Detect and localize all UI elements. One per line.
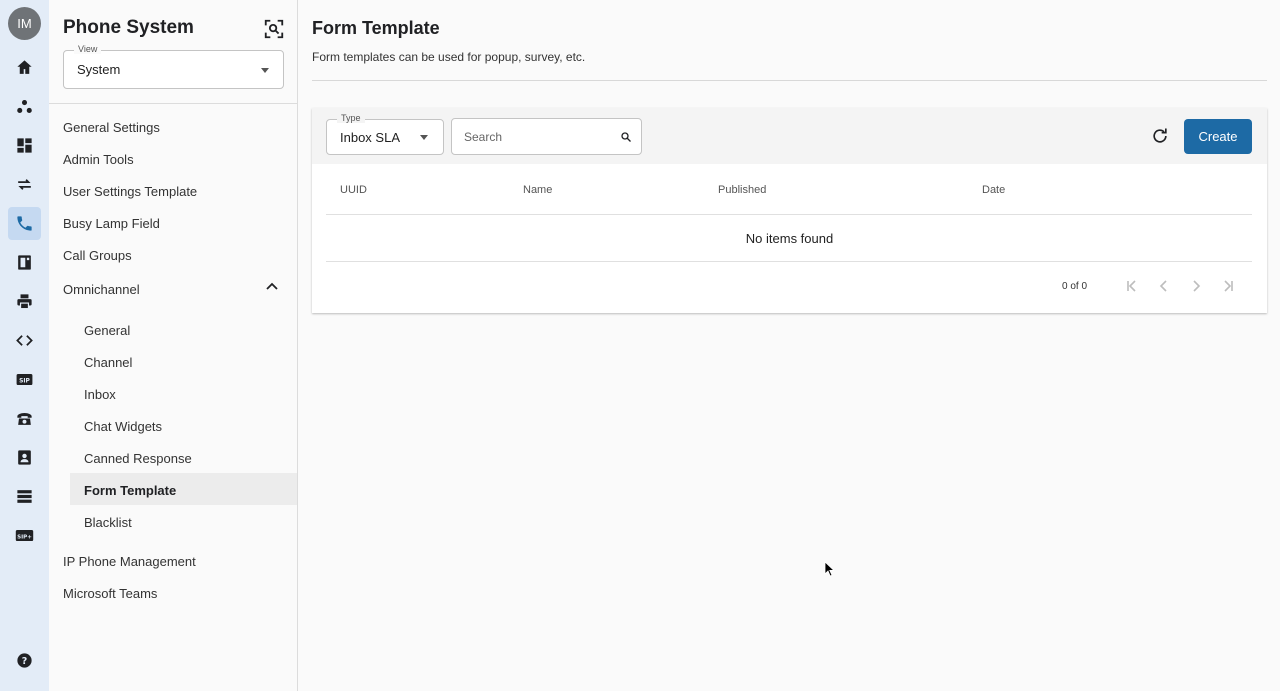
transfer-icon[interactable]	[8, 168, 41, 201]
first-page-icon[interactable]	[1125, 279, 1139, 293]
sidebar-subitem-canned-response[interactable]: Canned Response	[84, 451, 192, 466]
search-box[interactable]	[451, 118, 642, 155]
search-input[interactable]	[464, 128, 614, 146]
sidebar-subitem-blacklist[interactable]: Blacklist	[84, 515, 132, 530]
mouse-cursor-icon	[824, 561, 834, 577]
page-title: Form Template	[312, 18, 440, 38]
sidebar: Phone System View System General Setting…	[49, 0, 298, 691]
table-footer-divider	[326, 261, 1252, 262]
sidebar-subitem-chat-widgets[interactable]: Chat Widgets	[84, 419, 162, 434]
printer-icon[interactable]	[8, 285, 41, 318]
sidebar-item-microsoft-teams[interactable]: Microsoft Teams	[63, 586, 157, 601]
column-header-name[interactable]: Name	[523, 184, 552, 196]
search-icon[interactable]	[620, 131, 632, 143]
caret-down-icon	[261, 68, 269, 73]
pagination-range: 0 of 0	[1062, 281, 1088, 292]
sidebar-subitem-general[interactable]: General	[84, 323, 130, 338]
icon-rail: IM SIP SIP+ ?	[0, 0, 49, 691]
sidebar-item-ip-phone-management[interactable]: IP Phone Management	[63, 554, 196, 569]
svg-text:SIP: SIP	[19, 377, 30, 384]
sidebar-item-busy-lamp-field[interactable]: Busy Lamp Field	[63, 216, 160, 231]
svg-text:SIP+: SIP+	[17, 534, 32, 540]
list-icon[interactable]	[8, 480, 41, 513]
help-icon[interactable]: ?	[8, 644, 41, 677]
caret-down-icon	[420, 135, 428, 140]
hierarchy-icon[interactable]	[8, 90, 41, 123]
sidebar-item-general-settings[interactable]: General Settings	[63, 120, 160, 135]
view-select[interactable]: View System	[63, 44, 284, 89]
table-toolbar: Type Inbox SLA Create	[312, 108, 1267, 164]
sidebar-subitem-form-template[interactable]: Form Template	[84, 483, 176, 498]
rotary-phone-icon[interactable]	[8, 402, 41, 435]
phone-icon[interactable]	[8, 207, 41, 240]
type-value: Inbox SLA	[340, 130, 400, 145]
empty-state-message: No items found	[745, 231, 834, 246]
sip-icon[interactable]: SIP	[8, 363, 41, 396]
home-icon[interactable]	[8, 51, 41, 84]
type-label: Type	[337, 113, 365, 123]
column-header-date[interactable]: Date	[982, 184, 1005, 196]
view-label: View	[74, 44, 102, 54]
sidebar-item-admin-tools[interactable]: Admin Tools	[63, 152, 134, 167]
contacts-icon[interactable]	[8, 441, 41, 474]
table-header-divider	[326, 214, 1252, 215]
sip-plus-icon[interactable]: SIP+	[8, 519, 41, 552]
scan-search-icon[interactable]	[263, 18, 285, 40]
sidebar-item-omnichannel[interactable]: Omnichannel	[63, 282, 140, 297]
last-page-icon[interactable]	[1221, 279, 1235, 293]
form-template-card: Type Inbox SLA Create UUID Name Publishe…	[312, 108, 1267, 313]
dashboard-icon[interactable]	[8, 129, 41, 162]
sidebar-title: Phone System	[63, 17, 194, 38]
sidebar-item-user-settings-template[interactable]: User Settings Template	[63, 184, 197, 199]
next-page-icon[interactable]	[1189, 279, 1203, 293]
previous-page-icon[interactable]	[1157, 279, 1171, 293]
sidebar-subitem-inbox[interactable]: Inbox	[84, 387, 116, 402]
view-value: System	[77, 62, 121, 77]
sidebar-subitem-channel[interactable]: Channel	[84, 355, 132, 370]
main-divider	[312, 80, 1267, 81]
refresh-icon[interactable]	[1150, 126, 1170, 146]
type-select[interactable]: Type Inbox SLA	[326, 113, 444, 155]
chevron-up-icon[interactable]	[265, 281, 279, 291]
avatar[interactable]: IM	[8, 7, 41, 40]
fax-icon[interactable]	[8, 246, 41, 279]
column-header-published[interactable]: Published	[718, 184, 766, 196]
svg-text:?: ?	[22, 656, 28, 667]
page-description: Form templates can be used for popup, su…	[312, 50, 586, 64]
column-header-uuid[interactable]: UUID	[340, 184, 367, 196]
sidebar-item-call-groups[interactable]: Call Groups	[63, 248, 132, 263]
sidebar-divider	[49, 103, 297, 104]
create-button[interactable]: Create	[1184, 119, 1252, 154]
code-icon[interactable]	[8, 324, 41, 357]
